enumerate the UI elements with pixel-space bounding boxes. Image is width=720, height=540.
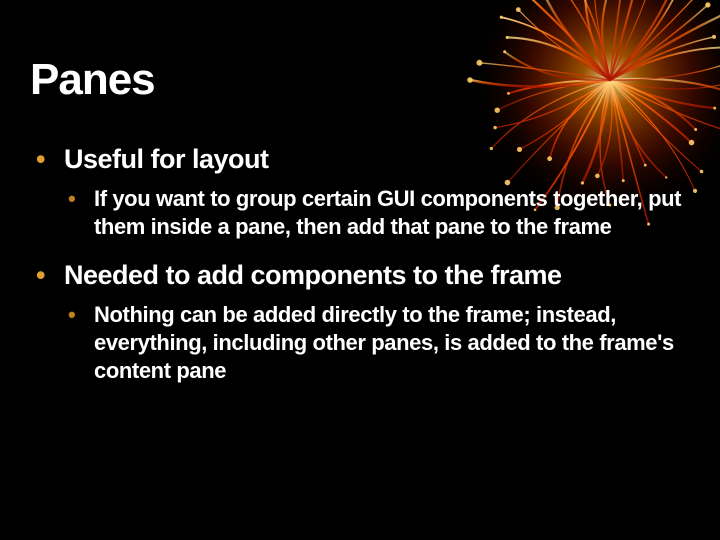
bullet-list: Useful for layout If you want to group c… [30,143,690,385]
bullet-text: Needed to add components to the frame [64,260,562,290]
sub-bullet-text: Nothing can be added directly to the fra… [94,302,674,383]
sub-bullet-item: If you want to group certain GUI compone… [64,185,690,241]
sub-bullet-list: If you want to group certain GUI compone… [64,185,690,241]
slide-title: Panes [30,55,690,105]
sub-bullet-list: Nothing can be added directly to the fra… [64,301,690,385]
sub-bullet-item: Nothing can be added directly to the fra… [64,301,690,385]
sub-bullet-text: If you want to group certain GUI compone… [94,186,681,239]
bullet-text: Useful for layout [64,144,269,174]
bullet-item: Needed to add components to the frame No… [30,259,690,385]
bullet-item: Useful for layout If you want to group c… [30,143,690,241]
